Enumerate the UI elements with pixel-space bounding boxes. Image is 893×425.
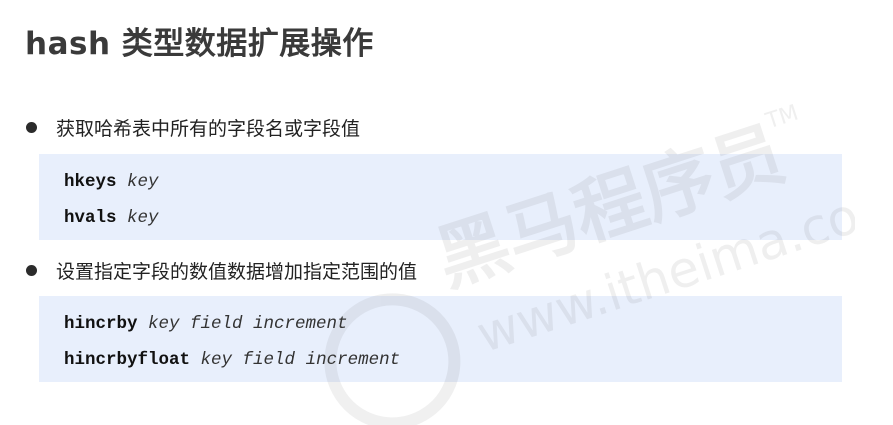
code-args: key <box>127 208 159 228</box>
bullet-item-increment: 设置指定字段的数值数据增加指定范围的值 <box>26 257 417 284</box>
watermark-tm: TM <box>762 101 802 135</box>
code-line: hincrby key field increment <box>64 314 348 334</box>
code-command: hkeys <box>64 172 117 192</box>
code-command: hincrbyfloat <box>64 350 191 370</box>
code-args: key field increment <box>148 314 348 334</box>
bullet-text: 获取哈希表中所有的字段名或字段值 <box>56 118 361 140</box>
bullet-text: 设置指定字段的数值数据增加指定范围的值 <box>56 261 418 283</box>
code-block-get-fields: hkeys key hvals key <box>39 154 842 240</box>
bullet-item-get-fields: 获取哈希表中所有的字段名或字段值 <box>26 114 360 141</box>
code-block-increment: hincrby key field increment hincrbyfloat… <box>39 296 842 382</box>
bullet-dot-icon <box>26 265 37 276</box>
slide: hash 类型数据扩展操作 获取哈希表中所有的字段名或字段值 hkeys key… <box>0 0 893 425</box>
code-line: hincrbyfloat key field increment <box>64 350 400 370</box>
code-line: hkeys key <box>64 172 159 192</box>
code-args: key <box>127 172 159 192</box>
code-command: hincrby <box>64 314 138 334</box>
page-title: hash 类型数据扩展操作 <box>25 26 374 62</box>
code-args: key field increment <box>200 350 401 370</box>
bullet-dot-icon <box>26 122 37 133</box>
code-line: hvals key <box>64 208 159 228</box>
code-command: hvals <box>64 208 117 228</box>
